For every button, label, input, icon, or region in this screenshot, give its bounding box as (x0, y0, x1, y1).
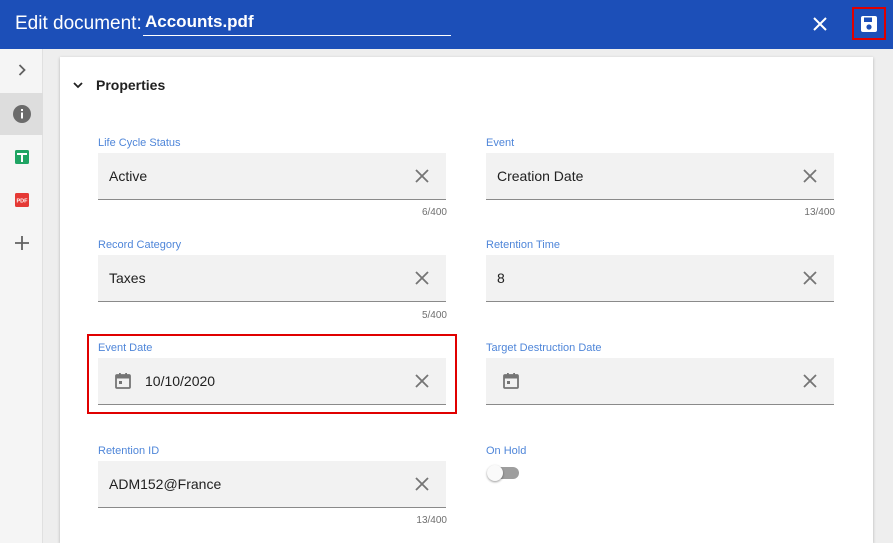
target-destruction-date-label: Target Destruction Date (486, 342, 602, 354)
sidebar-item-pdf[interactable]: PDF (0, 179, 43, 221)
clear-icon[interactable] (413, 167, 431, 185)
pdf-icon: PDF (14, 193, 29, 207)
event-value: Creation Date (497, 168, 584, 184)
retention-time-field[interactable]: 8 (486, 255, 834, 302)
lifecycle-status-value: Active (109, 168, 148, 184)
record-category-field[interactable]: Taxes (98, 255, 446, 302)
save-button[interactable] (852, 7, 886, 40)
clear-icon[interactable] (801, 167, 819, 185)
header-bar: Edit document: Accounts.pdf (0, 0, 893, 49)
on-hold-toggle[interactable] (487, 465, 519, 481)
clear-icon[interactable] (801, 372, 819, 390)
properties-section-toggle[interactable]: Properties (72, 74, 165, 96)
event-label: Event (486, 137, 515, 149)
chevron-right-icon (18, 64, 26, 76)
plus-icon (14, 236, 29, 250)
close-icon (813, 17, 827, 31)
info-icon (12, 105, 31, 123)
close-button[interactable] (806, 11, 834, 37)
clear-icon[interactable] (413, 269, 431, 287)
header-title-label: Edit document: (15, 13, 142, 34)
event-date-label: Event Date (98, 342, 153, 354)
event-counter: 13/400 (804, 207, 835, 218)
lifecycle-status-counter: 6/400 (421, 207, 447, 218)
event-field[interactable]: Creation Date (486, 153, 834, 200)
retention-id-counter: 13/400 (416, 515, 447, 526)
clear-icon[interactable] (801, 269, 819, 287)
chevron-down-icon (73, 82, 83, 89)
sidebar-add-button[interactable] (0, 222, 43, 264)
sidebar-item-spreadsheet[interactable] (0, 136, 43, 178)
toggle-thumb (487, 465, 503, 481)
pdf-badge-text: PDF (16, 199, 28, 205)
spreadsheet-icon (14, 150, 29, 164)
record-category-label: Record Category (98, 239, 182, 251)
event-date-value: 10/10/2020 (145, 373, 216, 389)
retention-id-value: ADM152@France (109, 476, 222, 492)
lifecycle-status-label: Life Cycle Status (98, 137, 181, 149)
sidebar-item-info[interactable] (0, 93, 43, 135)
lifecycle-status-field[interactable]: Active (98, 153, 446, 200)
calendar-icon[interactable] (502, 372, 520, 390)
retention-id-label: Retention ID (98, 445, 160, 457)
retention-id-field[interactable]: ADM152@France (98, 461, 446, 508)
retention-time-label: Retention Time (486, 239, 560, 251)
record-category-value: Taxes (109, 270, 146, 286)
calendar-icon[interactable] (114, 372, 132, 390)
target-destruction-date-field[interactable] (486, 358, 834, 405)
record-category-counter: 5/400 (421, 310, 447, 321)
clear-icon[interactable] (413, 475, 431, 493)
sidebar: PDF (0, 49, 43, 543)
event-date-field[interactable]: 10/10/2020 (98, 358, 446, 405)
on-hold-label: On Hold (486, 445, 527, 457)
document-name-input[interactable]: Accounts.pdf (143, 11, 451, 36)
section-title: Properties (96, 77, 166, 93)
retention-time-value: 8 (497, 270, 505, 286)
save-icon (861, 15, 877, 32)
sidebar-expand-button[interactable] (0, 49, 43, 91)
clear-icon[interactable] (413, 372, 431, 390)
